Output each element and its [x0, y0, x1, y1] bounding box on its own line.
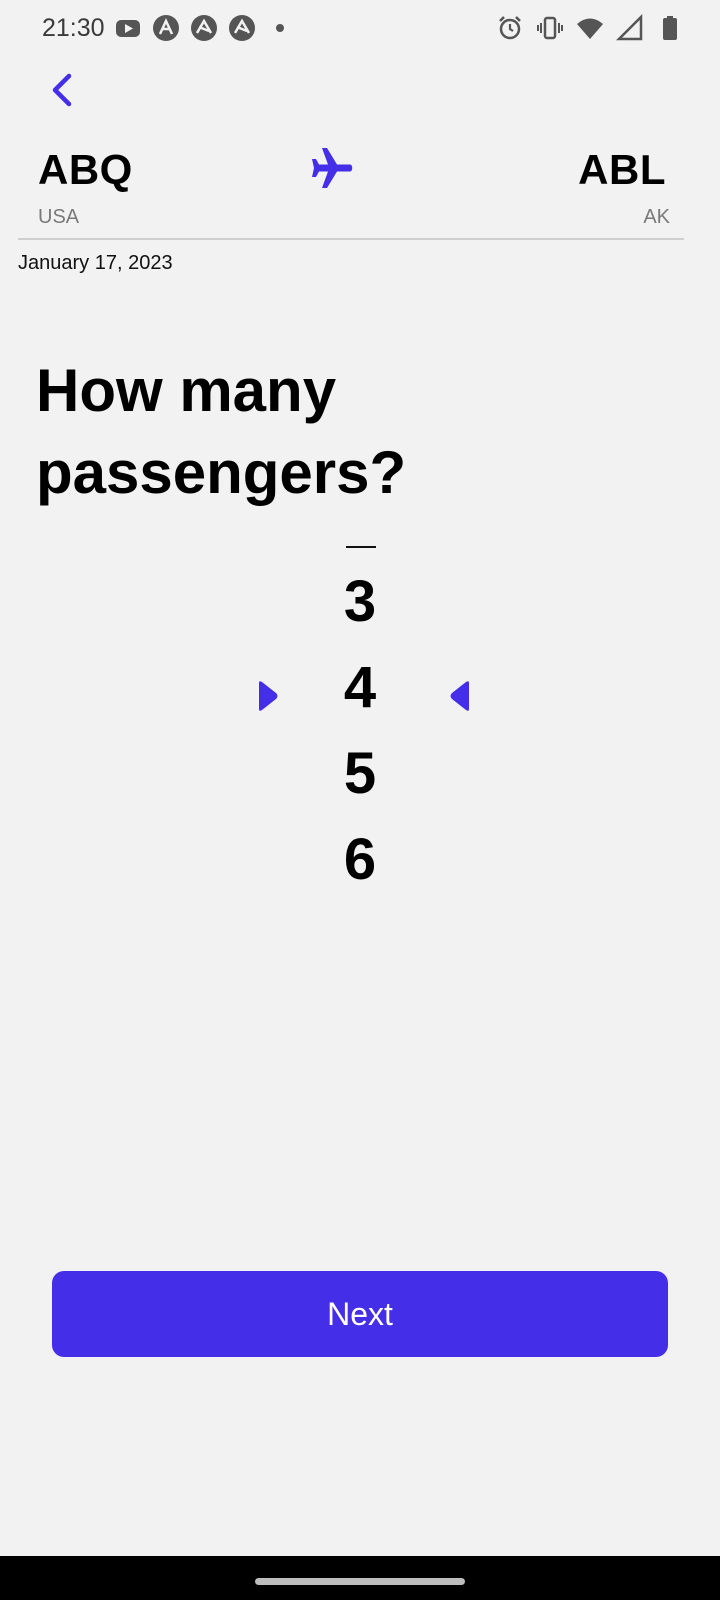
destination-region: AK — [643, 206, 670, 228]
picker-option-selected[interactable]: 4 — [0, 654, 720, 721]
signal-icon — [616, 14, 644, 42]
chevron-left-icon — [52, 73, 72, 107]
app-icon — [152, 14, 180, 42]
destination-code: ABL — [578, 146, 666, 193]
home-indicator[interactable] — [255, 1578, 465, 1585]
picker-option[interactable]: 5 — [0, 740, 720, 807]
selection-arrow-left-icon — [450, 681, 469, 711]
next-button[interactable]: Next — [52, 1271, 668, 1357]
selection-arrow-right-icon — [259, 681, 278, 711]
notification-icons — [114, 14, 294, 42]
app-icon — [228, 14, 256, 42]
status-bar: 21:30 — [0, 0, 720, 56]
system-icons — [496, 14, 684, 42]
passenger-count-picker[interactable]: 3 4 5 6 — [0, 520, 720, 890]
origin-country: USA — [38, 206, 80, 228]
navigation-bar — [0, 1556, 720, 1600]
picker-option[interactable]: 3 — [0, 568, 720, 635]
app-icon — [190, 14, 218, 42]
picker-divider — [346, 546, 376, 548]
picker-option[interactable]: 6 — [0, 826, 720, 890]
screen: 21:30 ABQ USA ABL AK January 17, 2023 Ho… — [0, 0, 720, 1600]
wifi-icon — [576, 14, 604, 42]
dot-icon — [266, 14, 294, 42]
youtube-icon — [114, 14, 142, 42]
vibrate-icon — [536, 14, 564, 42]
status-time: 21:30 — [42, 14, 105, 42]
page-title: How many passengers? — [36, 357, 407, 506]
airplane-icon — [312, 148, 353, 188]
alarm-icon — [496, 14, 524, 42]
battery-icon — [656, 14, 684, 42]
origin-code: ABQ — [38, 146, 133, 193]
route-header: ABQ USA ABL AK — [18, 140, 684, 240]
flight-date: January 17, 2023 — [18, 252, 173, 274]
back-button[interactable] — [38, 66, 86, 114]
